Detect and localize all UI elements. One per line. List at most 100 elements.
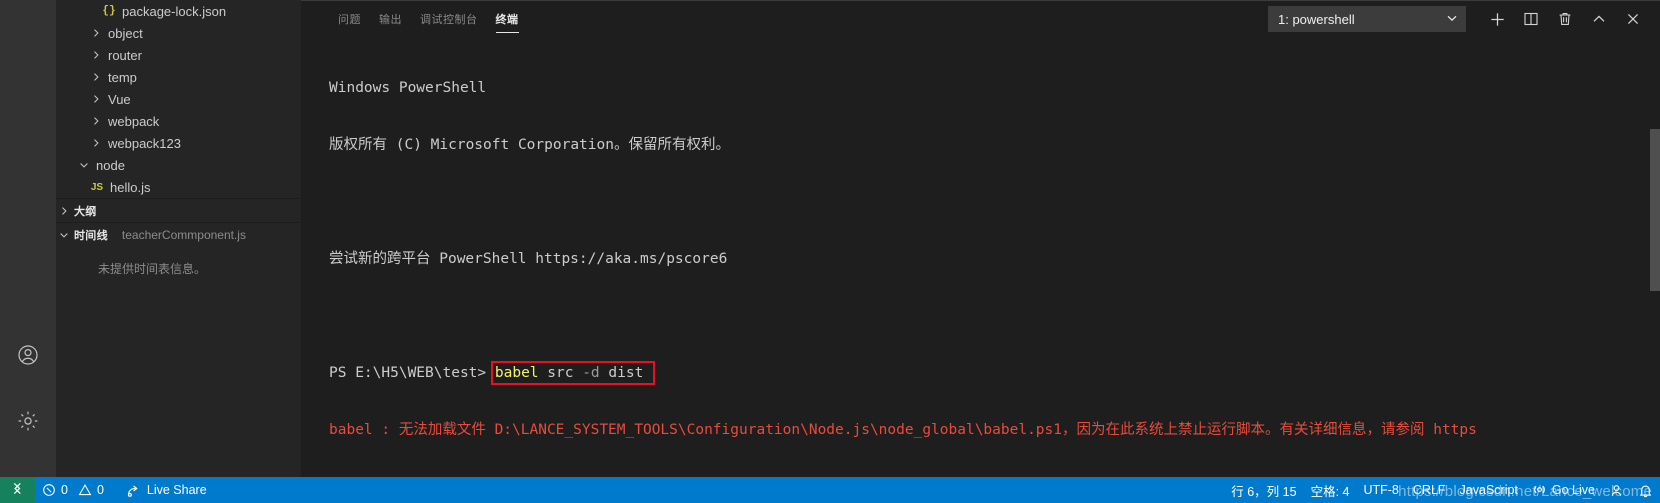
remote-window-icon (10, 481, 25, 499)
accounts-status-item[interactable] (1602, 477, 1631, 503)
terminal-command-arg1: src (538, 365, 583, 381)
terminal-error-line: babel : 无法加载文件 D:\LANCE_SYSTEM_TOOLS\Con… (329, 422, 1477, 438)
tree-row[interactable]: Vue (56, 88, 301, 110)
eol-status-item[interactable]: CRLF (1406, 477, 1453, 503)
warning-count: 0 (96, 483, 104, 497)
kill-terminal-button[interactable] (1548, 4, 1582, 34)
tree-row-label: node (96, 157, 125, 173)
tree-row-label: Vue (108, 91, 131, 107)
cursor-position-status-item[interactable]: 行 6，列 15 (1224, 477, 1303, 503)
terminal-line: Windows PowerShell (329, 80, 487, 96)
file-tree[interactable]: {} package-lock.json object router temp Vue we… (56, 0, 301, 198)
panel-tab-label: 问题 (338, 14, 361, 26)
chevron-right-icon (88, 115, 104, 127)
timeline-pane-title: 时间线 (74, 229, 108, 242)
account-icon[interactable] (0, 331, 56, 379)
bottom-panel: 问题 输出 调试控制台 终端 1: powershell Windows Pow… (301, 0, 1660, 477)
panel-tab-2[interactable]: 调试控制台 (411, 1, 487, 37)
indentation-status-item[interactable]: 空格: 4 (1304, 477, 1357, 503)
workbench-body: {} package-lock.json object router temp Vue we… (0, 0, 1660, 477)
chevron-right-icon (88, 137, 104, 149)
terminal-selector-value: 1: powershell (1278, 11, 1355, 27)
encoding-status-item[interactable]: UTF-8 (1356, 477, 1405, 503)
go-live-label: Go Live (1551, 483, 1595, 497)
tree-row[interactable]: router (56, 44, 301, 66)
tree-row-label: webpack123 (108, 135, 181, 151)
trash-icon (1557, 11, 1573, 27)
terminal-command-arg2: dist (599, 365, 644, 381)
tree-row-label: object (108, 25, 143, 41)
new-terminal-button[interactable] (1480, 4, 1514, 34)
live-share-icon (126, 483, 142, 498)
tree-row-label: webpack (108, 113, 160, 129)
terminal-command-name: babel (494, 365, 539, 381)
tree-row[interactable]: JS hello.js (56, 176, 301, 198)
bell-icon (1638, 483, 1653, 498)
timeline-empty-message: 未提供时间表信息。 (98, 262, 207, 276)
panel-tab-0[interactable]: 问题 (329, 1, 370, 37)
status-bar-left: 0 0 Live Share (0, 477, 214, 503)
broadcast-icon (1532, 483, 1547, 498)
chevron-down-icon (76, 159, 92, 171)
chevron-down-icon (1444, 10, 1460, 29)
panel-header: 问题 输出 调试控制台 终端 1: powershell (301, 1, 1660, 37)
panel-actions: 1: powershell (1268, 1, 1650, 37)
tree-row[interactable]: node (56, 154, 301, 176)
notifications-status-item[interactable] (1631, 477, 1660, 503)
panel-tab-label: 终端 (495, 14, 519, 26)
panel-tab-3[interactable]: 终端 (487, 1, 528, 37)
outline-pane-title: 大纲 (74, 205, 97, 218)
terminal-line: 尝试新的跨平台 PowerShell https://aka.ms/pscore… (329, 251, 728, 267)
split-terminal-button[interactable] (1514, 4, 1548, 34)
activity-bar (0, 0, 56, 477)
chevron-right-icon (56, 205, 72, 217)
panel-tab-list[interactable]: 问题 输出 调试控制台 终端 (329, 1, 528, 37)
warning-triangle-icon (78, 483, 92, 497)
status-bar-right: 行 6，列 15 空格: 4 UTF-8 CRLF JavaScript Go … (1224, 477, 1660, 503)
timeline-pane-header[interactable]: 时间线 teacherCommponent.js (56, 222, 301, 246)
tree-row[interactable]: {} package-lock.json (56, 0, 301, 22)
tree-row-label: hello.js (110, 179, 151, 195)
chevron-down-icon (56, 229, 72, 241)
chevron-right-icon (88, 71, 104, 83)
js-file-icon: JS (90, 181, 104, 193)
tree-row-label: temp (108, 69, 137, 85)
status-bar: 0 0 Live Share 行 6，列 15 空格: 4 UTF-8 CRLF (0, 477, 1660, 503)
accounts-person-icon (1609, 483, 1624, 498)
outline-pane-header[interactable]: 大纲 (56, 198, 301, 222)
chevron-right-icon (88, 93, 104, 105)
live-share-status-item[interactable]: Live Share (119, 477, 214, 503)
terminal-scrollbar[interactable] (1650, 37, 1660, 477)
chevron-up-icon (1591, 11, 1607, 27)
problems-status-item[interactable]: 0 0 (35, 477, 111, 503)
timeline-pane-subtitle: teacherCommponent.js (121, 227, 246, 242)
tree-row[interactable]: object (56, 22, 301, 44)
plus-icon (1489, 11, 1506, 28)
tree-row[interactable]: temp (56, 66, 301, 88)
terminal-selector-dropdown[interactable]: 1: powershell (1268, 6, 1466, 32)
chevron-right-icon (88, 49, 104, 61)
explorer-sidebar: {} package-lock.json object router temp Vue we… (56, 0, 301, 477)
error-count: 0 (61, 483, 68, 497)
go-live-status-item[interactable]: Go Live (1525, 477, 1602, 503)
panel-tab-1[interactable]: 输出 (370, 1, 411, 37)
terminal-scrollbar-thumb[interactable] (1650, 129, 1660, 291)
json-braces-icon: {} (102, 5, 116, 17)
panel-tab-label: 调试控制台 (420, 14, 478, 26)
close-x-icon (1625, 11, 1641, 27)
terminal-command-flag: -d (582, 365, 600, 381)
tree-row[interactable]: webpack123 (56, 132, 301, 154)
close-panel-button[interactable] (1616, 4, 1650, 34)
language-mode-status-item[interactable]: JavaScript (1453, 477, 1525, 503)
terminal-output[interactable]: Windows PowerShell 版权所有 (C) Microsoft Co… (301, 37, 1660, 477)
remote-window-button[interactable] (0, 477, 35, 503)
panel-tab-label: 输出 (379, 14, 402, 26)
vscode-window: {} package-lock.json object router temp Vue we… (0, 0, 1660, 503)
settings-gear-icon[interactable] (0, 397, 56, 445)
split-panel-icon (1523, 11, 1539, 27)
tree-row[interactable]: webpack (56, 110, 301, 132)
tree-row-label: package-lock.json (122, 3, 227, 19)
error-circle-icon (42, 483, 56, 497)
terminal-prompt: PS E:\H5\WEB\test> (329, 365, 495, 381)
maximize-panel-button[interactable] (1582, 4, 1616, 34)
